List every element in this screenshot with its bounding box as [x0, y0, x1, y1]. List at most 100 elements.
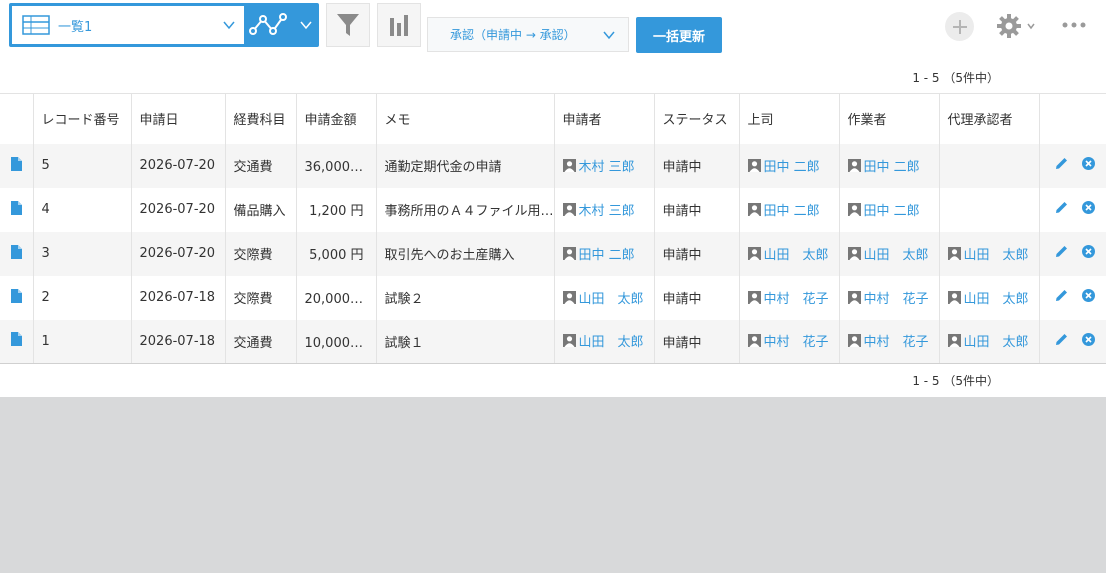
edit-button[interactable] — [1054, 332, 1069, 351]
edit-button[interactable] — [1054, 244, 1069, 263]
status-cell: 申請中 — [653, 231, 739, 276]
add-record-button[interactable] — [945, 12, 974, 41]
user-icon — [947, 290, 961, 304]
table-row[interactable]: 4 2026-07-20 備品購入 1,200 円事務所用のＡ４ファイル用… 木村 三郎… — [0, 187, 1106, 232]
boss-cell: 中村 花子 — [738, 319, 839, 364]
pencil-icon — [1056, 333, 1067, 345]
status-cell: 申請中 — [653, 319, 739, 364]
column-header-applicant[interactable]: 申請者 — [553, 93, 654, 144]
actions-cell — [1038, 319, 1106, 364]
column-header-worker[interactable]: 作業者 — [838, 93, 939, 144]
detail-link[interactable] — [0, 275, 33, 320]
edit-button[interactable] — [1054, 156, 1069, 175]
column-header-proxy[interactable]: 代理承認者 — [938, 93, 1039, 144]
user-name: 中村 花子 — [763, 291, 829, 307]
column-header-amount[interactable]: 申請金額 — [295, 93, 376, 144]
user-link[interactable]: 山田 太郎 — [847, 244, 929, 263]
more-options-button[interactable] — [1060, 14, 1088, 36]
document-icon — [10, 332, 22, 347]
date-cell: 2026-07-18 — [130, 275, 225, 320]
column-header-category[interactable]: 経費科目 — [224, 93, 296, 144]
user-link[interactable]: 山田 太郎 — [947, 331, 1029, 350]
view-selector[interactable]: 一覧1 — [9, 3, 319, 47]
amount-cell: 1,200 円 — [295, 187, 376, 232]
user-icon — [947, 334, 961, 348]
delete-icon — [1082, 157, 1095, 170]
table-header-row: レコード番号 申請日 経費科目 申請金額 メモ 申請者 ステータス 上司 作業者… — [0, 93, 1106, 144]
process-filter-select[interactable]: 承認（申請中 → 承認） — [427, 17, 629, 52]
proxy-cell: 山田 太郎 — [938, 231, 1039, 276]
pagination-info-bottom: 1 - 5 （5件中） — [912, 374, 999, 388]
proxy-cell: 山田 太郎 — [938, 275, 1039, 320]
worker-cell: 中村 花子 — [838, 319, 939, 364]
record-no-cell: 1 — [32, 319, 131, 364]
memo-cell: 試験２ — [375, 275, 554, 320]
settings-button[interactable] — [996, 12, 1038, 40]
bulk-update-button[interactable]: 一括更新 — [636, 17, 722, 53]
column-header-memo[interactable]: メモ — [375, 93, 554, 144]
chevron-down-icon[interactable] — [299, 18, 313, 32]
delete-button[interactable] — [1082, 245, 1095, 262]
user-link[interactable]: 中村 花子 — [847, 331, 929, 351]
column-header-boss[interactable]: 上司 — [738, 93, 839, 144]
delete-button[interactable] — [1082, 201, 1095, 218]
user-link[interactable]: 中村 花子 — [847, 288, 929, 307]
proxy-cell: 山田 太郎 — [938, 319, 1039, 364]
worker-cell: 中村 花子 — [838, 275, 939, 320]
user-link[interactable]: 中村 花子 — [747, 331, 829, 351]
user-link[interactable]: 木村 三郎 — [562, 200, 635, 219]
user-link[interactable]: 山田 太郎 — [747, 244, 829, 263]
column-header-date[interactable]: 申請日 — [130, 93, 225, 144]
detail-link[interactable] — [0, 187, 33, 232]
user-name: 中村 花子 — [863, 335, 929, 351]
status-cell: 申請中 — [653, 275, 739, 320]
status-cell: 申請中 — [653, 143, 739, 188]
date-cell: 2026-07-20 — [130, 143, 225, 188]
chevron-down-icon — [603, 31, 615, 39]
amount-cell: 10,000 円 — [295, 319, 376, 364]
user-icon — [562, 158, 576, 172]
delete-button[interactable] — [1082, 289, 1095, 306]
detail-link[interactable] — [0, 319, 33, 364]
user-link[interactable]: 田中 二郎 — [747, 156, 820, 175]
actions-cell — [1038, 275, 1106, 320]
detail-link[interactable] — [0, 231, 33, 276]
table-row[interactable]: 2 2026-07-18 交際費 20,000 円試験２ 山田 太郎 申請中 中村 花子 中村… — [0, 275, 1106, 320]
edit-button[interactable] — [1054, 200, 1069, 219]
pencil-icon — [1056, 290, 1067, 301]
user-link[interactable]: 中村 花子 — [747, 288, 829, 307]
user-link[interactable]: 山田 太郎 — [947, 288, 1029, 307]
user-link[interactable]: 田中 二郎 — [847, 200, 920, 219]
table-row[interactable]: 3 2026-07-20 交際費 5,000 円取引先へのお土産購入 田中 二郎 申請中 山… — [0, 231, 1106, 276]
user-link[interactable]: 山田 太郎 — [947, 244, 1029, 263]
user-link[interactable]: 山田 太郎 — [562, 288, 644, 307]
user-link[interactable]: 田中 二郎 — [562, 244, 635, 263]
column-header-status[interactable]: ステータス — [653, 93, 739, 144]
user-link[interactable]: 田中 二郎 — [747, 200, 820, 219]
delete-button[interactable] — [1082, 332, 1095, 350]
column-header-record-no[interactable]: レコード番号 — [32, 93, 131, 144]
more-icon — [1062, 22, 1086, 28]
amount-cell: 20,000 円 — [295, 275, 376, 320]
graph-button[interactable] — [377, 3, 421, 47]
user-link[interactable]: 木村 三郎 — [562, 156, 635, 175]
boss-cell: 田中 二郎 — [738, 187, 839, 232]
view-dropdown[interactable]: 一覧1 — [12, 6, 244, 44]
delete-icon — [1082, 332, 1095, 346]
delete-button[interactable] — [1082, 157, 1095, 174]
category-cell: 交際費 — [224, 275, 296, 320]
document-icon — [10, 156, 22, 171]
user-name: 中村 花子 — [763, 335, 829, 351]
graph-icon[interactable] — [247, 9, 291, 41]
view-label: 一覧1 — [58, 19, 93, 35]
detail-link[interactable] — [0, 143, 33, 188]
user-link[interactable]: 山田 太郎 — [562, 331, 644, 350]
plus-icon — [952, 19, 967, 34]
table-row[interactable]: 1 2026-07-18 交通費 10,000 円試験１ 山田 太郎 申請中 中村 花子 中村… — [0, 319, 1106, 364]
user-link[interactable]: 田中 二郎 — [847, 156, 920, 175]
user-icon — [847, 246, 861, 260]
edit-button[interactable] — [1054, 288, 1069, 307]
filter-button[interactable] — [326, 3, 370, 47]
user-name: 山田 太郎 — [963, 291, 1029, 307]
table-row[interactable]: 5 2026-07-20 交通費 36,000 円通勤定期代金の申請 木村 三郎 申請中 田… — [0, 143, 1106, 188]
